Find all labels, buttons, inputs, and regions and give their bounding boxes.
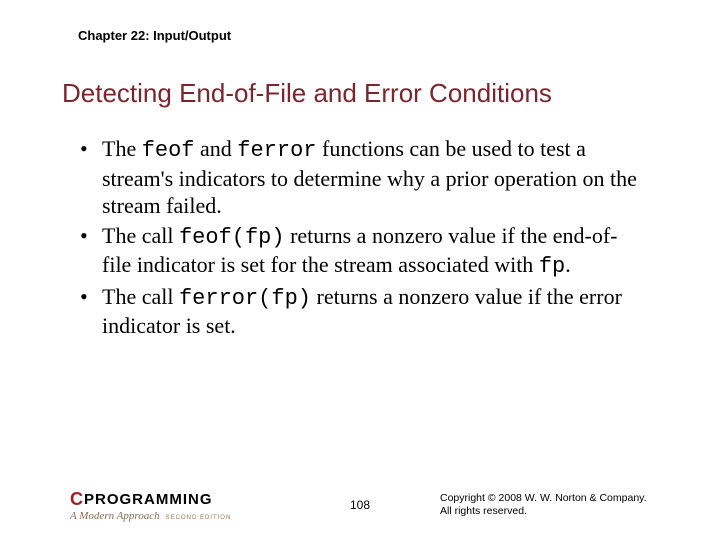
bullet-item: The call ferror(fp) returns a nonzero va… xyxy=(78,283,638,342)
text: and xyxy=(195,136,238,161)
text: The xyxy=(102,136,142,161)
code: feof(fp) xyxy=(179,225,285,250)
bullet-item: The call feof(fp) returns a nonzero valu… xyxy=(78,222,638,281)
copyright-line: All rights reserved. xyxy=(440,505,650,518)
bullet-item: The feof and ferror functions can be use… xyxy=(78,135,638,220)
text: The call xyxy=(102,284,179,309)
code: ferror xyxy=(237,138,316,163)
code: fp xyxy=(539,254,565,279)
code: feof xyxy=(142,138,195,163)
chapter-label: Chapter 22: Input/Output xyxy=(78,28,231,43)
body-text: The feof and ferror functions can be use… xyxy=(78,135,638,344)
text: . xyxy=(565,252,571,277)
copyright: Copyright © 2008 W. W. Norton & Company.… xyxy=(440,492,650,518)
code: ferror(fp) xyxy=(179,286,311,311)
logo-edition: SECOND EDITION xyxy=(166,515,232,521)
copyright-line: Copyright © 2008 W. W. Norton & Company. xyxy=(440,492,650,505)
slide-title: Detecting End-of-File and Error Conditio… xyxy=(62,78,552,109)
footer: CPROGRAMMING A Modern ApproachSECOND EDI… xyxy=(0,482,720,522)
text: The call xyxy=(102,223,179,248)
